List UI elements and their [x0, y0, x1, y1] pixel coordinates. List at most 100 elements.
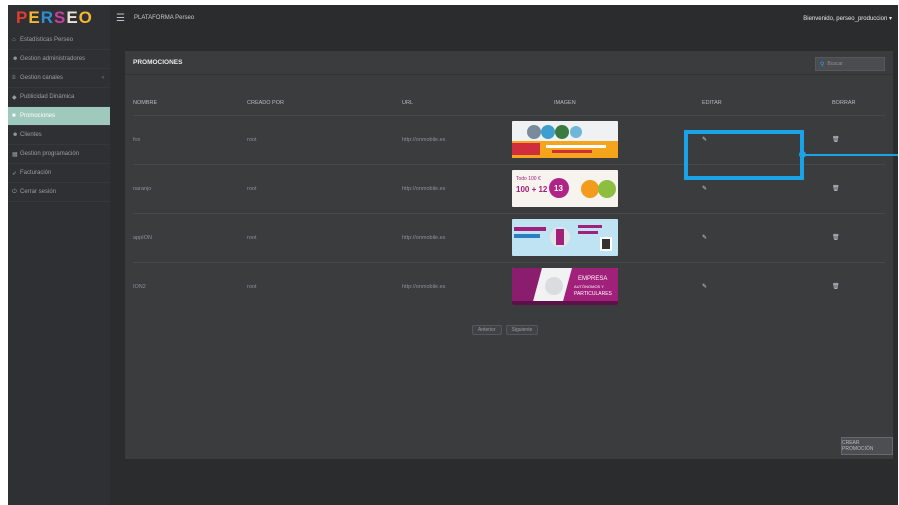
cell-edit: ✎: [702, 261, 832, 311]
gift-icon: ■: [12, 113, 16, 119]
search-icon: ⚲: [820, 61, 825, 68]
power-icon: ⏻: [12, 188, 17, 195]
trash-icon[interactable]: 🗑: [832, 235, 840, 241]
pagination: Anterior Siguiente: [472, 325, 539, 335]
logo-letter: E: [28, 8, 41, 27]
promo-banner-image: [512, 219, 618, 256]
user-menu[interactable]: Bienvenido, perseo_produccion ▾: [803, 15, 892, 22]
top-bar: ☰ PLATAFORMA Perseo Bienvenido, perseo_p…: [110, 5, 898, 31]
sidebar-item-clientes[interactable]: ☻ Clientes: [8, 126, 110, 145]
table-row: ION2 root http://onmobile.es EMPRESA AUT…: [133, 261, 885, 311]
cell-name: appION: [133, 212, 247, 262]
promotions-table: NOMBRE CREADO POR URL IMAGEN EDITAR BORR…: [133, 91, 885, 311]
edit-icon[interactable]: ✎: [702, 186, 707, 192]
promotions-panel: PROMOCIONES ⚲ Buscar NOMBRE CREADO POR U…: [125, 51, 893, 459]
app-window: PERSEO ⌂ Estadísticas Perseo ☻ Gestion admi…: [8, 5, 898, 505]
edit-highlight-box: [684, 130, 804, 180]
banner-text: EMPRESA: [578, 276, 607, 282]
create-promotion-button[interactable]: CREAR PROMOCIÓN: [841, 437, 893, 455]
menu-icon[interactable]: ☰: [116, 13, 128, 24]
sidebar-item-gestion-canales[interactable]: ≡ Gestion canales ‹: [8, 69, 110, 88]
cell-delete: 🗑: [832, 163, 885, 213]
cell-creator: root: [247, 163, 402, 213]
cell-delete: 🗑: [832, 212, 885, 262]
sidebar-item-label: Gestion canales: [20, 75, 64, 81]
cell-url[interactable]: http://onmobile.es: [402, 212, 512, 262]
col-header-url[interactable]: URL: [402, 91, 512, 115]
home-icon: ⌂: [12, 37, 16, 43]
col-header-edit[interactable]: EDITAR: [702, 91, 832, 115]
cell-name: ION2: [133, 261, 247, 311]
logo-letter: R: [40, 8, 54, 27]
sidebar-item-label: Gestion programación: [20, 151, 80, 157]
search-placeholder: Buscar: [827, 61, 843, 67]
sidebar-item-label: Gestion administradores: [20, 56, 86, 62]
sidebar-item-cerrar-sesi-n[interactable]: ⏻ Cerrar sesión: [8, 183, 110, 202]
col-header-creator[interactable]: CREADO POR: [247, 91, 402, 115]
sidebar-item-estad-sticas-perseo[interactable]: ⌂ Estadísticas Perseo: [8, 31, 110, 50]
sidebar-item-facturaci-n[interactable]: ➶ Facturación: [8, 164, 110, 183]
sidebar-item-label: Promociones: [20, 113, 56, 119]
tag-icon: ◆: [12, 94, 17, 101]
cell-name: naranjo: [133, 163, 247, 213]
trash-icon[interactable]: 🗑: [832, 284, 840, 290]
sidebar-item-label: Clientes: [20, 132, 42, 138]
cell-url[interactable]: http://onmobile.es: [402, 163, 512, 213]
annotation-pointer-line: [805, 154, 898, 156]
promo-banner-image: Todo 100 € 100 + 12 13: [512, 170, 618, 207]
users-icon: ☻: [12, 56, 19, 62]
sidebar-item-label: Cerrar sesión: [20, 189, 57, 195]
cell-delete: 🗑: [832, 261, 885, 311]
trash-icon[interactable]: 🗑: [832, 186, 840, 192]
sidebar: PERSEO ⌂ Estadísticas Perseo ☻ Gestion admi…: [8, 5, 110, 505]
next-page-button[interactable]: Siguiente: [505, 325, 539, 335]
clients-icon: ☻: [12, 132, 19, 138]
sidebar-item-gestion-administradores[interactable]: ☻ Gestion administradores: [8, 50, 110, 69]
banner-text: 13: [554, 184, 563, 193]
perseo-logo[interactable]: PERSEO: [8, 5, 110, 31]
table-header-row: NOMBRE CREADO POR URL IMAGEN EDITAR BORR…: [133, 91, 885, 115]
sidebar-item-label: Facturación: [20, 170, 52, 176]
logo-letter: S: [53, 8, 67, 27]
promo-banner-image: EMPRESA AUTÓNOMOS Y PARTICULARES: [512, 268, 618, 306]
cell-url[interactable]: http://onmobile.es: [402, 261, 512, 311]
sidebar-item-gestion-programaci-n[interactable]: ▦ Gestion programación: [8, 145, 110, 164]
cell-creator: root: [247, 261, 402, 311]
page-title: PROMOCIONES: [133, 59, 183, 66]
list-icon: ≡: [12, 75, 16, 81]
cell-url[interactable]: http://onmobile.es: [402, 114, 512, 164]
sidebar-item-publicidad-din-mica[interactable]: ◆ Publicidad Dinámica: [8, 88, 110, 107]
prev-page-button[interactable]: Anterior: [472, 325, 502, 335]
sidebar-item-promociones[interactable]: ■ Promociones: [8, 107, 110, 126]
logo-letter: P: [16, 8, 29, 27]
sidebar-nav: ⌂ Estadísticas Perseo ☻ Gestion administrad…: [8, 31, 110, 202]
cell-image: [512, 114, 702, 164]
cell-image: [512, 212, 702, 262]
banner-text: AUTÓNOMOS Y: [574, 284, 604, 289]
table-row: appION root http://onmobile.es ✎ 🗑: [133, 212, 885, 262]
sidebar-item-label: Publicidad Dinámica: [20, 94, 75, 100]
col-header-name[interactable]: NOMBRE: [133, 91, 247, 115]
cell-delete: 🗑: [832, 114, 885, 164]
panel-header: PROMOCIONES: [125, 51, 893, 75]
cell-name: fox: [133, 114, 247, 164]
col-header-image[interactable]: IMAGEN: [512, 91, 702, 115]
logo-letter: E: [66, 8, 79, 27]
trash-icon[interactable]: 🗑: [832, 137, 840, 143]
cell-creator: root: [247, 114, 402, 164]
cell-edit: ✎: [702, 212, 832, 262]
logo-letter: O: [78, 8, 93, 27]
col-header-delete[interactable]: BORRAR: [832, 91, 885, 115]
cell-image: Todo 100 € 100 + 12 13: [512, 163, 702, 213]
edit-icon[interactable]: ✎: [702, 284, 707, 290]
banner-text: Todo 100 €: [516, 176, 541, 182]
chevron-left-icon: ‹: [102, 75, 104, 81]
calendar-icon: ▦: [12, 151, 18, 158]
banner-text: 100 + 12: [516, 185, 548, 194]
edit-icon[interactable]: ✎: [702, 235, 707, 241]
app-title: PLATAFORMA Perseo: [134, 15, 195, 21]
search-input[interactable]: ⚲ Buscar: [815, 57, 885, 71]
cell-creator: root: [247, 212, 402, 262]
promo-banner-image: [512, 121, 618, 158]
banner-text: PARTICULARES: [574, 291, 613, 297]
